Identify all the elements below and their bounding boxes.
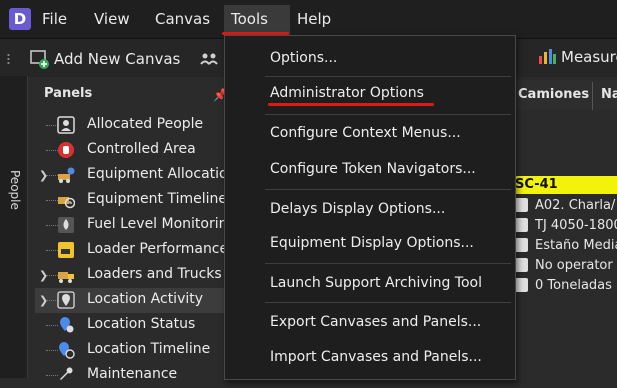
card-row: No operator — [514, 256, 617, 276]
menu-item-label: Import Canvases and Panels... — [270, 349, 482, 365]
panel-item-controlled-area[interactable]: Controlled Area — [35, 138, 240, 163]
panel-item-label: Controlled Area — [87, 141, 196, 157]
card-title: SC-41 — [512, 176, 617, 194]
menu-separator — [265, 114, 511, 115]
menu-item-label: Export Canvases and Panels... — [270, 314, 482, 330]
menu-item-delays-display-options[interactable]: Delays Display Options... — [225, 192, 515, 226]
menu-item-launch-support-archiving-tool[interactable]: Launch Support Archiving Tool — [225, 266, 515, 300]
administrator-options-red-underline — [268, 103, 434, 106]
location-status-icon — [60, 317, 74, 333]
panel-item-equipment-timeline[interactable]: Equipment Timeline — [35, 188, 240, 213]
panel-item-label: Loader Performance — [87, 241, 229, 257]
menu-item-options[interactable]: Options... — [225, 41, 515, 75]
tab-next[interactable]: Na — [601, 87, 617, 102]
location-timeline-icon — [59, 342, 75, 359]
location-activity-icon — [57, 291, 75, 309]
card-row: A02. Charla/ — [514, 196, 617, 216]
menu-separator — [265, 189, 511, 190]
menu-help[interactable]: Help — [297, 10, 331, 28]
person-badge-icon — [57, 116, 75, 134]
menu-item-label: Delays Display Options... — [270, 201, 446, 217]
panel-item-location-timeline[interactable]: Location Timeline — [35, 338, 240, 363]
menu-item-label: Equipment Display Options... — [270, 235, 474, 251]
panel-item-label: Allocated People — [87, 116, 204, 132]
menu-item-label: Launch Support Archiving Tool — [270, 275, 483, 291]
panel-item-loaders-and-trucks[interactable]: ❯ Loaders and Trucks — [35, 263, 240, 288]
panels-tree: Allocated People Controlled Area ❯ Equip… — [35, 113, 240, 382]
menu-item-configure-token-navigators[interactable]: Configure Token Navigators... — [225, 152, 515, 186]
menu-bar: D File View Canvas Tools Help — [0, 0, 617, 38]
panel-item-label: Location Timeline — [87, 341, 211, 357]
menu-file[interactable]: File — [42, 10, 67, 28]
panel-item-label: Loaders and Trucks — [87, 266, 222, 282]
panel-item-equipment-allocation[interactable]: ❯ Equipment Allocation — [35, 163, 240, 188]
card-row: Estaño Media — [514, 236, 617, 256]
panel-item-label: Equipment Allocation — [87, 166, 237, 182]
panel-item-label: Location Activity — [87, 291, 204, 307]
app-logo-icon: D — [9, 8, 31, 30]
measure-button[interactable]: Measure — [561, 48, 617, 66]
menu-separator — [265, 263, 511, 264]
side-strip: People — [0, 76, 28, 378]
bar-chart-icon — [514, 278, 528, 292]
location-pin-icon — [514, 218, 528, 232]
toolbar-grip-icon[interactable] — [7, 53, 10, 65]
menu-item-export-canvases-and-panels[interactable]: Export Canvases and Panels... — [225, 305, 515, 339]
tab-camiones[interactable]: Camiones — [518, 87, 589, 102]
menu-separator — [265, 302, 511, 303]
loader-truck-icon — [58, 272, 74, 283]
panel-item-location-activity[interactable]: ❯ Location Activity — [35, 288, 240, 313]
people-side-tab[interactable]: People — [8, 170, 22, 210]
card-row: 0 Toneladas — [514, 276, 617, 296]
person-icon — [514, 258, 528, 272]
panels-title: Panels — [44, 86, 93, 101]
menu-canvas[interactable]: Canvas — [155, 10, 210, 28]
terrain-icon — [514, 238, 528, 252]
fuel-icon — [58, 217, 74, 233]
menu-item-equipment-display-options[interactable]: Equipment Display Options... — [225, 226, 515, 260]
people-group-icon[interactable] — [199, 49, 219, 69]
menu-item-configure-context-menus[interactable]: Configure Context Menus... — [225, 116, 515, 150]
panel-item-label: Maintenance — [87, 366, 178, 382]
info-icon — [514, 198, 528, 212]
panel-item-label: Location Status — [87, 316, 196, 332]
panel-item-fuel-level-monitoring[interactable]: Fuel Level Monitoring — [35, 213, 240, 238]
menu-item-label: Configure Token Navigators... — [270, 161, 476, 177]
panel-item-maintenance[interactable]: Maintenance — [35, 363, 240, 388]
panel-item-allocated-people[interactable]: Allocated People — [35, 113, 240, 138]
wrench-icon — [60, 367, 73, 380]
menu-item-label: Configure Context Menus... — [270, 125, 461, 141]
panel-item-location-status[interactable]: Location Status — [35, 313, 240, 338]
stop-hand-icon — [58, 142, 74, 158]
menu-tools[interactable]: Tools — [231, 10, 268, 28]
menu-view[interactable]: View — [94, 10, 130, 28]
card-row: TJ 4050-1800 — [514, 216, 617, 236]
add-new-canvas-button[interactable]: Add New Canvas — [54, 50, 180, 68]
panel-item-loader-performance[interactable]: Loader Performance — [35, 238, 240, 263]
equipment-allocation-icon — [58, 167, 75, 183]
panel-item-label: Equipment Timeline — [87, 191, 227, 207]
loader-icon — [58, 242, 74, 258]
measure-chart-icon[interactable] — [537, 46, 557, 66]
menu-item-label: Administrator Options — [270, 85, 424, 101]
menu-item-import-canvases-and-panels[interactable]: Import Canvases and Panels... — [225, 340, 515, 374]
equipment-timeline-icon — [58, 197, 75, 209]
tools-dropdown-menu: Options... Administrator Options Configu… — [224, 35, 516, 380]
menu-item-label: Options... — [270, 50, 338, 66]
panel-item-label: Fuel Level Monitoring — [87, 216, 237, 232]
add-canvas-icon[interactable] — [29, 49, 49, 69]
